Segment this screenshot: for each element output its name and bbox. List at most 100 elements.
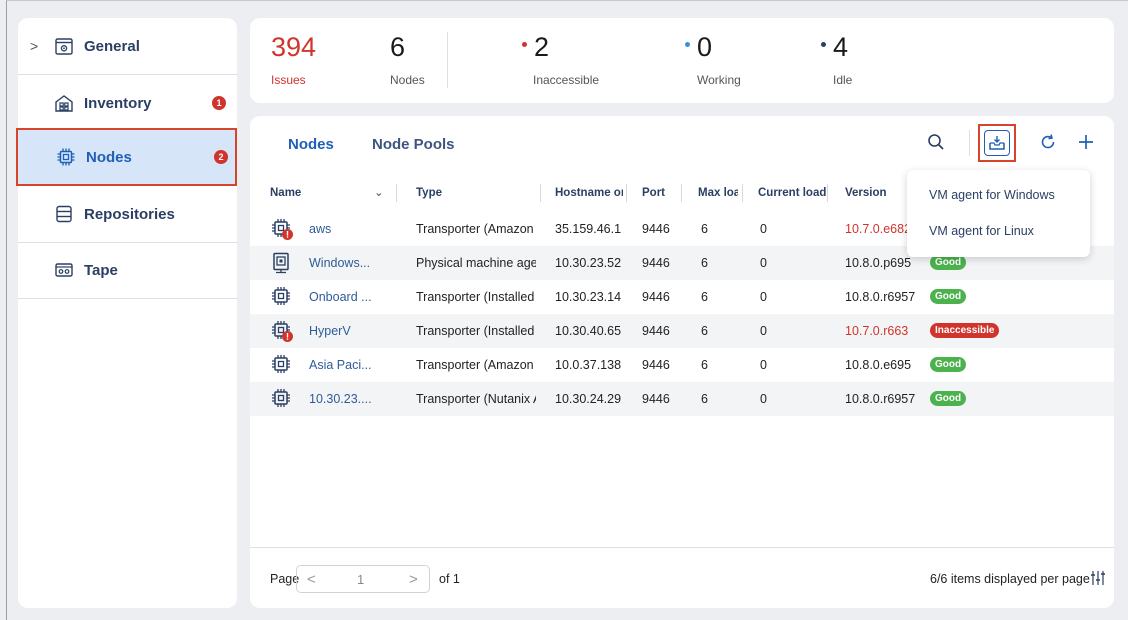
column-header-max-load[interactable]: Max loa	[698, 187, 738, 199]
node-port: 9446	[642, 358, 670, 372]
node-version: 10.8.0.r6957	[845, 392, 916, 406]
sidebar: > General Inventory 1 Nodes 2 Repositori…	[16, 18, 237, 608]
issues-count: 394	[271, 32, 317, 62]
node-name-link[interactable]: Windows...	[309, 256, 389, 270]
red-dot-icon	[522, 42, 527, 48]
node-port: 9446	[642, 256, 670, 270]
sidebar-item-nodes[interactable]: Nodes 2	[16, 128, 237, 186]
status-badge: Good	[930, 289, 967, 304]
column-settings-icon[interactable]	[1086, 566, 1110, 590]
column-header-hostname[interactable]: Hostname or	[555, 187, 623, 199]
node-port: 9446	[642, 392, 670, 406]
node-hostname: 10.30.23.14	[555, 290, 622, 304]
node-current-load: 0	[760, 256, 767, 270]
node-type: Physical machine age	[416, 256, 536, 270]
physical-machine-icon	[270, 251, 294, 275]
column-header-version[interactable]: Version	[845, 187, 887, 199]
node-type: Transporter (Amazon E	[416, 358, 536, 372]
status-badge: Good	[930, 391, 967, 406]
sidebar-item-label: Nodes	[86, 148, 132, 166]
column-divider[interactable]	[396, 184, 397, 202]
node-current-load: 0	[760, 324, 767, 338]
menu-item-vm-agent-linux[interactable]: VM agent for Linux	[929, 224, 1034, 238]
tab-nodes[interactable]: Nodes	[288, 136, 334, 153]
node-name-link[interactable]: aws	[309, 222, 389, 236]
notification-badge: 1	[212, 96, 226, 110]
node-hostname: 10.30.40.65	[555, 324, 622, 338]
chip-icon	[270, 285, 294, 309]
table-row[interactable]: 10.30.23.... Transporter (Nutanix A 10.3…	[250, 382, 1114, 416]
column-header-current-load[interactable]: Current load	[758, 187, 826, 199]
tab-node-pools[interactable]: Node Pools	[372, 136, 455, 153]
notification-badge: 2	[214, 150, 228, 164]
node-max-load: 6	[701, 358, 708, 372]
sidebar-item-label: Inventory	[84, 94, 152, 112]
working-count: 0	[685, 32, 712, 63]
node-max-load: 6	[701, 392, 708, 406]
node-name-link[interactable]: Onboard ...	[309, 290, 389, 304]
nodes-count: 6	[390, 32, 406, 62]
page-label: Page	[270, 572, 300, 586]
node-type: Transporter (Installed	[416, 324, 535, 338]
sidebar-item-label: Tape	[84, 261, 118, 279]
node-current-load: 0	[760, 358, 767, 372]
sidebar-item-general[interactable]: > General	[18, 18, 237, 74]
node-version: 10.7.0.r663	[845, 324, 909, 338]
node-version: 10.8.0.e695	[845, 358, 912, 372]
idle-label: Idle	[833, 73, 853, 87]
node-current-load: 0	[760, 222, 767, 236]
node-name-link[interactable]: HyperV	[309, 324, 389, 338]
refresh-icon[interactable]	[1036, 130, 1060, 154]
node-current-load: 0	[760, 290, 767, 304]
items-per-page-label: 6/6 items displayed per page	[930, 572, 1090, 586]
table-row[interactable]: Asia Paci... Transporter (Amazon E 10.0.…	[250, 348, 1114, 382]
node-version: 10.8.0.r6957	[845, 290, 916, 304]
blue-dot-icon	[685, 42, 690, 48]
status-badge: Inaccessible	[930, 323, 1000, 338]
column-divider[interactable]	[681, 184, 682, 202]
column-header-port[interactable]: Port	[642, 187, 665, 199]
divider	[18, 298, 237, 299]
dark-dot-icon	[821, 42, 826, 48]
node-max-load: 6	[701, 324, 708, 338]
chevron-right-icon[interactable]: >	[30, 38, 38, 54]
prev-page-icon[interactable]: <	[307, 571, 316, 588]
inventory-icon	[55, 95, 73, 112]
column-divider[interactable]	[742, 184, 743, 202]
chip-icon	[270, 353, 294, 377]
chevron-down-icon[interactable]: ⌄	[374, 185, 384, 199]
node-version: 10.8.0.p695	[845, 256, 912, 270]
issues-label[interactable]: Issues	[271, 73, 306, 87]
node-name-link[interactable]: 10.30.23....	[309, 392, 389, 406]
node-max-load: 6	[701, 222, 708, 236]
node-port: 9446	[642, 222, 670, 236]
search-icon[interactable]	[924, 130, 948, 154]
node-max-load: 6	[701, 290, 708, 304]
node-name-link[interactable]: Asia Paci...	[309, 358, 389, 372]
sidebar-item-label: General	[84, 37, 140, 55]
sidebar-item-tape[interactable]: Tape	[18, 242, 237, 298]
chip-icon	[57, 148, 75, 166]
download-dropdown-menu: VM agent for Windows VM agent for Linux	[907, 170, 1090, 257]
status-badge: Good	[930, 255, 967, 270]
divider	[969, 130, 970, 156]
column-divider[interactable]	[827, 184, 828, 202]
column-header-type[interactable]: Type	[416, 187, 442, 199]
next-page-icon[interactable]: >	[409, 571, 418, 588]
chip-icon	[270, 387, 294, 411]
working-label: Working	[697, 73, 741, 87]
page-input[interactable]: 1	[357, 572, 364, 587]
sidebar-item-inventory[interactable]: Inventory 1	[18, 75, 237, 131]
add-icon[interactable]	[1074, 130, 1098, 154]
page-total: of 1	[439, 572, 460, 586]
column-divider[interactable]	[540, 184, 541, 202]
column-divider[interactable]	[626, 184, 627, 202]
pagination-control: < 1 >	[296, 565, 430, 593]
menu-item-vm-agent-windows[interactable]: VM agent for Windows	[929, 188, 1055, 202]
column-header-name[interactable]: Name	[270, 187, 301, 199]
status-badge: Good	[930, 357, 967, 372]
sidebar-item-repositories[interactable]: Repositories	[18, 186, 237, 242]
download-button[interactable]	[978, 124, 1016, 162]
table-row[interactable]: Onboard ... Transporter (Installed 10.30…	[250, 280, 1114, 314]
table-row[interactable]: HyperV Transporter (Installed 10.30.40.6…	[250, 314, 1114, 348]
